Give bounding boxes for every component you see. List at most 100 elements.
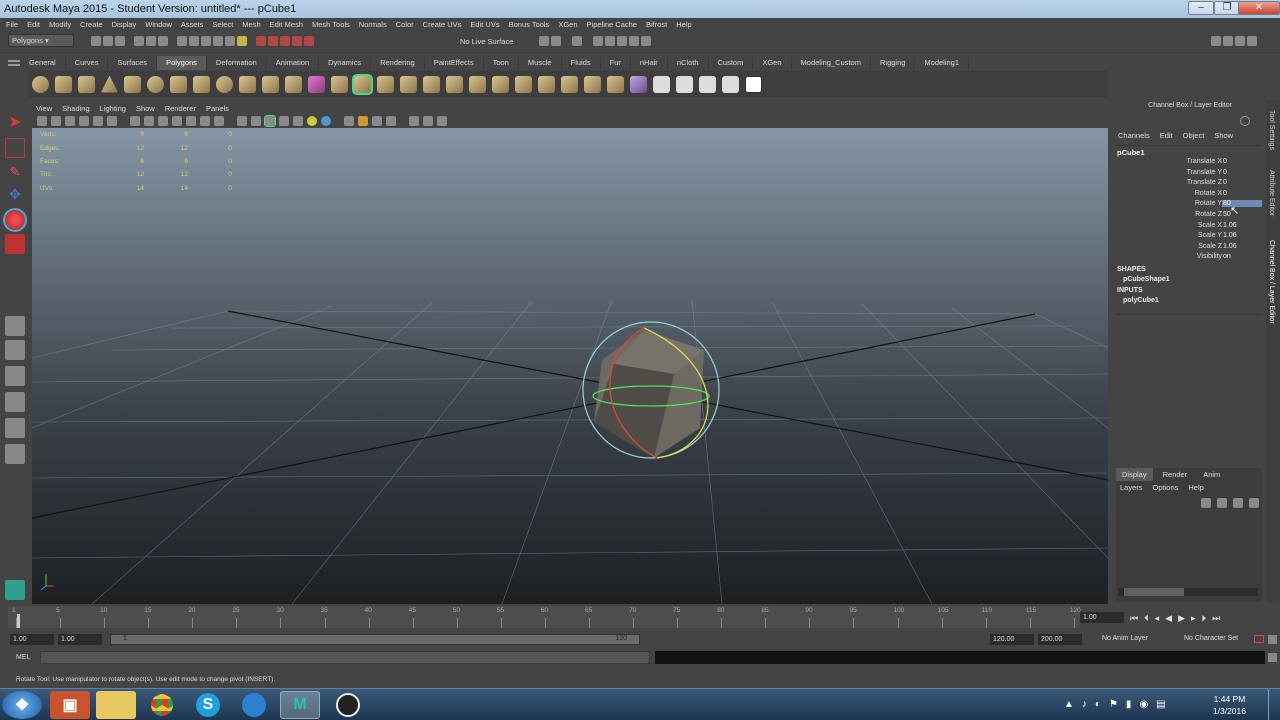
channel-scale-y[interactable]: Scale Y 1.06 <box>1112 232 1262 243</box>
cylindrical-map-icon[interactable] <box>676 75 693 93</box>
shadows-icon[interactable] <box>307 116 317 126</box>
xray-components-icon[interactable] <box>437 116 447 126</box>
step-forward-frame-icon[interactable]: ▸ <box>1191 613 1196 624</box>
channel-visibility[interactable]: Visibility on <box>1112 253 1262 264</box>
select-tool-icon[interactable]: ➤ <box>5 112 25 132</box>
select-hierarchy-icon[interactable] <box>134 36 144 46</box>
layer-scrollbar[interactable] <box>1118 588 1258 596</box>
extrude-icon[interactable] <box>352 73 373 95</box>
input-line-icon[interactable] <box>539 36 549 46</box>
shelf-tab-deformation[interactable]: Deformation <box>206 56 267 70</box>
snap-curve-icon[interactable] <box>189 36 199 46</box>
network-icon[interactable]: ▮ <box>1126 699 1132 710</box>
film-gate-icon[interactable] <box>144 116 154 126</box>
menu-help[interactable]: Help <box>676 20 691 29</box>
menu-bifrost[interactable]: Bifrost <box>646 20 667 29</box>
side-tab-attribute-editor[interactable]: Attribute Editor <box>1268 170 1275 216</box>
shelf-tab-general[interactable]: General <box>20 56 66 70</box>
go-to-start-icon[interactable]: ⏮ <box>1130 613 1138 624</box>
file-explorer-icon[interactable] <box>96 691 136 719</box>
uv-editor-icon[interactable] <box>630 75 647 93</box>
step-back-frame-icon[interactable]: ◂ <box>1155 613 1160 624</box>
poly-cylinder-icon[interactable] <box>78 75 95 93</box>
menu-file[interactable]: File <box>6 20 18 29</box>
channel-value[interactable]: 0 <box>1222 169 1262 176</box>
layout-persp-graph-icon[interactable] <box>5 392 25 412</box>
viewport-menu-lighting[interactable]: Lighting <box>100 104 126 113</box>
shelf-tab-fluids[interactable]: Fluids <box>561 56 601 70</box>
poly-pipe-icon[interactable] <box>193 75 210 93</box>
skype-icon[interactable]: S <box>188 691 228 719</box>
options-menu[interactable]: Options <box>1153 483 1179 492</box>
safe-title-icon[interactable] <box>214 116 224 126</box>
layout-single-icon[interactable] <box>5 316 25 336</box>
obs-icon[interactable] <box>328 691 368 719</box>
viewport-menu-shading[interactable]: Shading <box>62 104 90 113</box>
taskbar-clock[interactable]: 1:44 PM 1/3/2016 <box>1213 693 1246 717</box>
character-set-dropdown[interactable]: No Character Set <box>1184 635 1238 642</box>
layout-four-icon[interactable] <box>5 340 25 360</box>
menu-mesh[interactable]: Mesh <box>242 20 260 29</box>
chrome-icon[interactable] <box>142 691 182 719</box>
go-to-end-icon[interactable]: ⏭ <box>1212 613 1220 624</box>
live-surface-label[interactable]: No Live Surface <box>460 37 513 46</box>
merge-icon[interactable] <box>515 75 532 93</box>
camera-select-icon[interactable] <box>37 116 47 126</box>
shape-node[interactable]: pCubeShape1 <box>1123 276 1170 283</box>
wireframe-on-shaded-icon[interactable] <box>264 115 276 127</box>
insert-edge-loop-icon[interactable] <box>446 75 463 93</box>
shelf-tab-dynamics[interactable]: Dynamics <box>319 56 372 70</box>
menu-color[interactable]: Color <box>396 20 414 29</box>
workspace-icon[interactable] <box>1211 36 1221 46</box>
auto-key-icon[interactable] <box>1254 635 1264 643</box>
anim-layer-dropdown[interactable]: No Anim Layer <box>1102 635 1148 642</box>
layers-menu[interactable]: Layers <box>1120 483 1143 492</box>
channel-value[interactable]: 1.06 <box>1222 243 1262 250</box>
side-tab-tool-settings[interactable]: Tool Settings <box>1268 110 1275 150</box>
scale-tool-icon[interactable] <box>5 234 25 254</box>
snap-view-icon[interactable] <box>213 36 223 46</box>
layout-persp-outliner-icon[interactable] <box>5 366 25 386</box>
shelf-tab-ncloth[interactable]: nCloth <box>667 56 709 70</box>
poly-helix-icon[interactable] <box>216 75 233 93</box>
shelf-tab-surfaces[interactable]: Surfaces <box>108 56 158 70</box>
depth-of-field-icon[interactable] <box>372 116 382 126</box>
menu-normals[interactable]: Normals <box>359 20 387 29</box>
channel-translate-y[interactable]: Translate Y0 <box>1112 169 1262 180</box>
spherical-map-icon[interactable] <box>699 75 716 93</box>
wedge-icon[interactable] <box>607 75 624 93</box>
snap-grid-icon[interactable] <box>177 36 187 46</box>
menu-set-dropdown[interactable]: Polygons ▾ <box>8 34 74 47</box>
step-back-key-icon[interactable]: ⏴ <box>1144 613 1149 624</box>
help-menu[interactable]: Help <box>1188 483 1203 492</box>
channels-menu[interactable]: Channels <box>1118 131 1150 140</box>
end-time-field[interactable]: 200.00 <box>1038 634 1082 645</box>
menu-assets[interactable]: Assets <box>181 20 204 29</box>
show-menu[interactable]: Show <box>1214 131 1233 140</box>
append-icon[interactable] <box>400 75 417 93</box>
shelf-tab-rigging[interactable]: Rigging <box>870 56 916 70</box>
object-menu[interactable]: Object <box>1183 131 1205 140</box>
mel-label[interactable]: MEL <box>16 654 30 661</box>
poke-icon[interactable] <box>584 75 601 93</box>
open-scene-icon[interactable] <box>103 36 113 46</box>
layer-tab-anim[interactable]: Anim <box>1197 468 1226 481</box>
menu-display[interactable]: Display <box>112 20 137 29</box>
shelf-tab-polygons[interactable]: Polygons <box>157 56 207 70</box>
poly-plane-icon[interactable] <box>124 75 141 93</box>
camera-icon[interactable] <box>593 36 603 46</box>
ambient-occlusion-icon[interactable] <box>321 116 331 126</box>
new-scene-icon[interactable] <box>91 36 101 46</box>
isolate-select-icon[interactable] <box>386 116 396 126</box>
move-layer-up-icon[interactable] <box>1201 498 1211 508</box>
minimize-button[interactable]: – <box>1188 1 1214 15</box>
shelf-tab-curves[interactable]: Curves <box>65 56 109 70</box>
move-tool-icon[interactable]: ✥ <box>5 186 25 206</box>
channel-rotate-x[interactable]: Rotate X0 <box>1112 190 1262 201</box>
start-time-field[interactable]: 1.00 <box>10 634 54 645</box>
maya-taskbar-icon[interactable]: M <box>280 691 320 719</box>
move-layer-down-icon[interactable] <box>1217 498 1227 508</box>
shelf-tab-fur[interactable]: Fur <box>600 56 631 70</box>
channel-value[interactable]: 0 <box>1222 179 1262 186</box>
menu-edit-uvs[interactable]: Edit UVs <box>470 20 499 29</box>
